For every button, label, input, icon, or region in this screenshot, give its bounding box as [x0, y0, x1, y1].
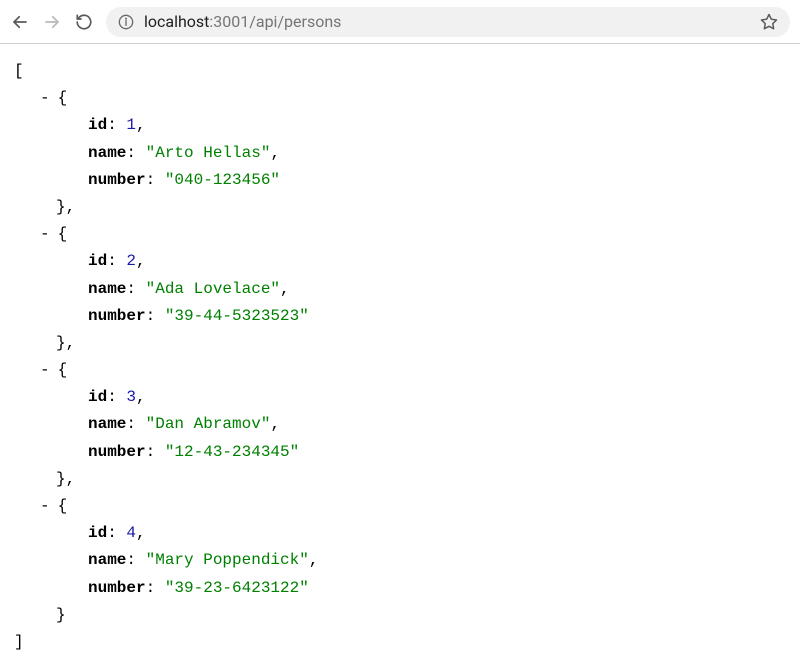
json-string-value: "39-23-6423122"	[165, 579, 309, 597]
array-open-bracket: [	[14, 58, 786, 85]
brace-close: }	[56, 198, 66, 216]
reload-button[interactable]	[74, 12, 94, 32]
json-key: number	[88, 443, 146, 461]
json-property: number: "39-23-6423122"	[14, 575, 786, 602]
address-bar[interactable]: localhost:3001/api/persons	[106, 7, 790, 37]
brace-open: {	[58, 357, 68, 384]
json-key: name	[88, 551, 126, 569]
json-string-value: "040-123456"	[165, 171, 280, 189]
json-number-value: 4	[126, 524, 136, 542]
bookmark-star-icon[interactable]	[760, 13, 778, 31]
url-text: localhost:3001/api/persons	[144, 12, 341, 31]
json-number-value: 1	[126, 116, 136, 134]
json-property: id: 1,	[14, 112, 786, 139]
info-icon[interactable]	[118, 14, 134, 30]
json-property: number: "040-123456"	[14, 167, 786, 194]
forward-button[interactable]	[42, 12, 62, 32]
json-key: id	[88, 524, 107, 542]
json-key: id	[88, 388, 107, 406]
json-string-value: "Mary Poppendick"	[146, 551, 309, 569]
json-property: id: 2,	[14, 248, 786, 275]
json-number-value: 2	[126, 252, 136, 270]
json-property: name: "Ada Lovelace",	[14, 276, 786, 303]
object-close: }	[14, 602, 786, 629]
browser-toolbar: localhost:3001/api/persons	[0, 0, 800, 44]
collapse-toggle-icon[interactable]: -	[40, 85, 50, 112]
array-close-bracket: ]	[14, 629, 786, 656]
brace-open: {	[58, 493, 68, 520]
url-host: localhost	[144, 12, 209, 31]
json-string-value: "39-44-5323523"	[165, 307, 309, 325]
json-property: id: 4,	[14, 520, 786, 547]
json-property: id: 3,	[14, 384, 786, 411]
json-viewer: [ -{id: 1,name: "Arto Hellas",number: "0…	[0, 44, 800, 670]
json-number-value: 3	[126, 388, 136, 406]
url-path: :3001/api/persons	[209, 12, 341, 31]
collapse-toggle-icon[interactable]: -	[40, 221, 50, 248]
collapse-toggle-icon[interactable]: -	[40, 357, 50, 384]
json-string-value: "12-43-234345"	[165, 443, 299, 461]
json-key: name	[88, 280, 126, 298]
object-close: },	[14, 330, 786, 357]
object-close: },	[14, 466, 786, 493]
brace-close: }	[56, 470, 66, 488]
json-key: id	[88, 252, 107, 270]
brace-close: }	[56, 334, 66, 352]
json-property: number: "12-43-234345"	[14, 439, 786, 466]
json-key: number	[88, 579, 146, 597]
object-close: },	[14, 194, 786, 221]
brace-open: {	[58, 221, 68, 248]
json-property: name: "Mary Poppendick",	[14, 547, 786, 574]
object-open[interactable]: -{	[14, 221, 786, 248]
json-property: number: "39-44-5323523"	[14, 303, 786, 330]
json-key: id	[88, 116, 107, 134]
collapse-toggle-icon[interactable]: -	[40, 493, 50, 520]
object-open[interactable]: -{	[14, 493, 786, 520]
json-property: name: "Dan Abramov",	[14, 411, 786, 438]
json-string-value: "Ada Lovelace"	[146, 280, 280, 298]
brace-open: {	[58, 85, 68, 112]
object-open[interactable]: -{	[14, 357, 786, 384]
json-string-value: "Arto Hellas"	[146, 144, 271, 162]
json-key: name	[88, 415, 126, 433]
json-key: number	[88, 307, 146, 325]
brace-close: }	[56, 606, 66, 624]
json-key: number	[88, 171, 146, 189]
json-property: name: "Arto Hellas",	[14, 140, 786, 167]
object-open[interactable]: -{	[14, 85, 786, 112]
back-button[interactable]	[10, 12, 30, 32]
json-key: name	[88, 144, 126, 162]
json-string-value: "Dan Abramov"	[146, 415, 271, 433]
